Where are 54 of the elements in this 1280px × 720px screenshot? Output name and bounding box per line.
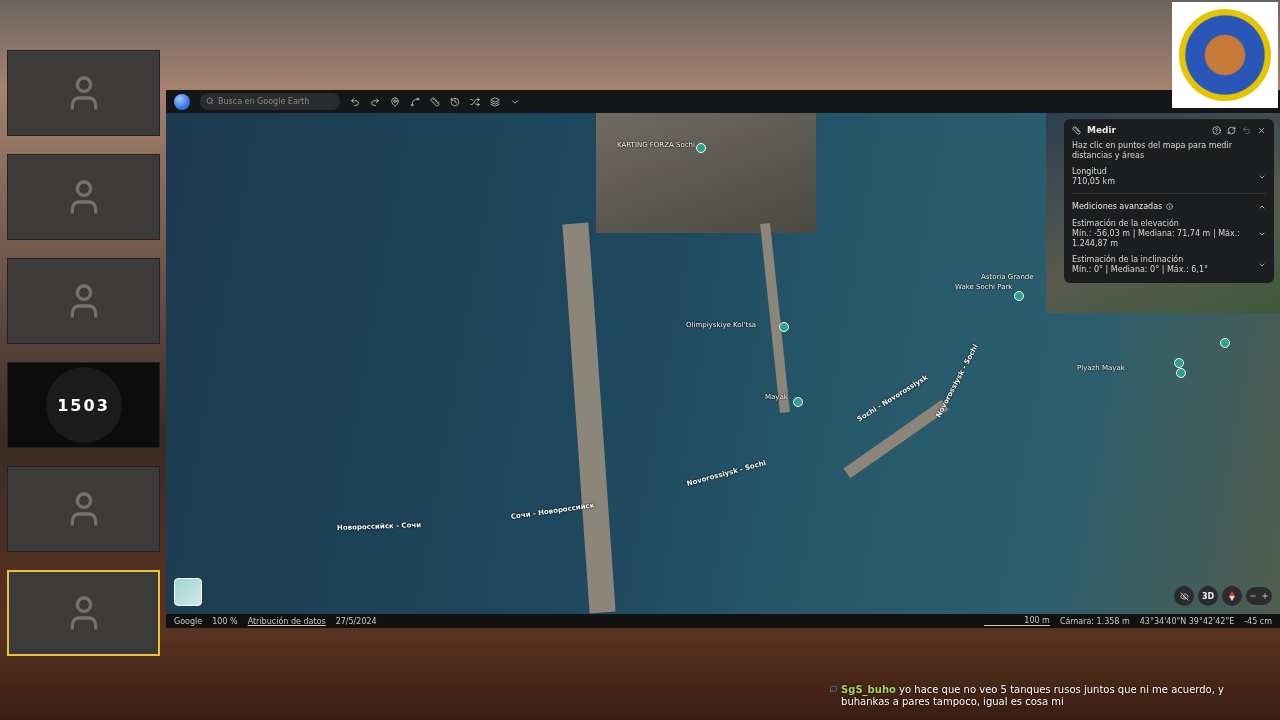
- chat-icon: [830, 684, 838, 694]
- map-pin-icon[interactable]: [1176, 368, 1186, 378]
- length-label: Longitud: [1072, 167, 1108, 177]
- map-pin-icon[interactable]: [1014, 291, 1024, 301]
- date-text: 27/5/2024: [335, 616, 377, 626]
- panel-title: Medir: [1087, 125, 1118, 135]
- ruler-icon: [1072, 125, 1081, 135]
- dropdown-caret[interactable]: [1258, 261, 1266, 269]
- estimate-label: Estimación de la inclinación: [1072, 255, 1185, 265]
- map-pin-icon[interactable]: [696, 143, 706, 153]
- redo-button[interactable]: [370, 96, 380, 107]
- logo-number: 1503: [57, 395, 110, 415]
- brand-text: Google: [174, 616, 203, 626]
- attribution-link[interactable]: Atribución de datos: [247, 616, 326, 626]
- map-pin-icon[interactable]: [1174, 358, 1184, 368]
- hide-button[interactable]: [1174, 586, 1194, 606]
- estimate-label: Estimación de la elevación: [1072, 219, 1180, 229]
- map-pin-icon[interactable]: [1220, 338, 1230, 348]
- eye-off-icon: [1179, 591, 1189, 601]
- map-pin-icon[interactable]: [793, 397, 803, 407]
- estimate-value: Mín.: -56,03 m | Mediana: 71,74 m | Máx.: 1.244,87 m: [1072, 229, 1241, 249]
- camera-text: Cámara: 1.358 m: [1059, 616, 1130, 626]
- info-icon: [1166, 203, 1174, 210]
- zoom-text: 100 %: [212, 616, 238, 626]
- elevation-text: -45 cm: [1244, 616, 1272, 626]
- compass-button[interactable]: [1222, 586, 1242, 606]
- dropdown-caret[interactable]: [1258, 230, 1266, 238]
- refresh-button[interactable]: [1227, 125, 1236, 135]
- scale-bar: 100 m: [984, 616, 1050, 626]
- compass-icon: [1229, 591, 1235, 601]
- chat-message: SgS_buho yo hace que no veo 5 tanques rusos juntos que ni me acuerdo, y buhankas a pares tampoco, igual es cosa mi: [841, 684, 1225, 708]
- ruler-button[interactable]: [430, 96, 440, 107]
- search-field[interactable]: Busca en Google Earth: [200, 93, 340, 110]
- length-value: 710,05 km: [1072, 177, 1115, 187]
- dropdown-caret[interactable]: [1258, 173, 1266, 181]
- close-button[interactable]: [1257, 125, 1266, 135]
- advanced-section-toggle[interactable]: Mediciones avanzadas: [1072, 193, 1266, 213]
- coordinates-text: 43°34'40"N 39°42'42"E: [1139, 616, 1235, 626]
- help-button[interactable]: [1212, 125, 1221, 135]
- layers-button[interactable]: [490, 96, 500, 107]
- plus-icon: [1261, 592, 1269, 600]
- map-style-thumbnail[interactable]: [174, 578, 202, 606]
- shuffle-button[interactable]: [470, 96, 480, 107]
- view-mode-button[interactable]: 3D: [1198, 586, 1218, 606]
- history-button[interactable]: [450, 96, 460, 107]
- search-icon: [206, 97, 214, 105]
- estimate-value: Mín.: 0° | Mediana: 0° | Máx.: 6,1°: [1072, 265, 1208, 275]
- map-pin-icon[interactable]: [779, 322, 789, 332]
- undo-button[interactable]: [350, 96, 360, 107]
- minus-icon: [1249, 592, 1257, 600]
- globe-logo[interactable]: [174, 93, 190, 110]
- pin-button[interactable]: [390, 96, 400, 107]
- panel-hint: Haz clic en puntos del mapa para medir distancias y áreas: [1072, 141, 1233, 161]
- path-button[interactable]: [410, 96, 420, 107]
